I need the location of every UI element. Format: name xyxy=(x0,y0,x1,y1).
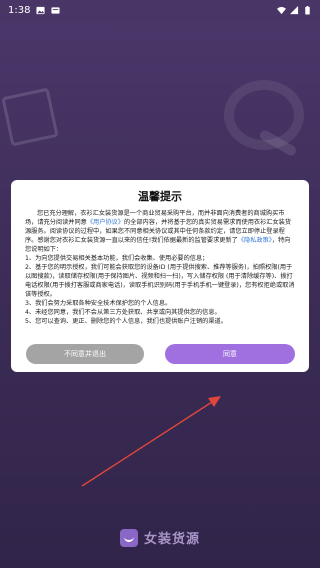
brand-footer: 女装货源 xyxy=(0,528,320,547)
status-right xyxy=(277,5,312,15)
list-item: 5、您可以查询、更正、删除您的个人信息，我们也提供账户注销的渠道。 xyxy=(25,318,227,325)
battery-icon xyxy=(303,5,312,15)
dialog-title: 温馨提示 xyxy=(138,190,182,203)
list-item: 2、基于您的明示授权，我们可能会获取您的设备ID (用于提供搜索、推荐等服务)，… xyxy=(25,264,295,298)
list-item: 4、未经您同意，我们不会从第三方处获取、共享或向其提供您的信息。 xyxy=(25,309,221,316)
user-agreement-link[interactable]: 《用户协议》 xyxy=(87,219,124,226)
status-left: 1:38 xyxy=(8,4,61,16)
wifi-icon xyxy=(277,6,286,15)
list-item: 3、我们会努力采取各种安全技术保护您的个人信息。 xyxy=(25,300,172,307)
gallery-icon xyxy=(36,6,46,15)
signal-icon xyxy=(290,5,299,15)
status-bar: 1:38 xyxy=(0,0,320,20)
list-item: 1、为向您提供交易相关基本功能，我们会收集、使用必要的信息； xyxy=(25,255,209,262)
card-icon xyxy=(51,6,61,15)
clock: 1:38 xyxy=(8,4,31,16)
agree-button[interactable]: 同意 xyxy=(164,344,295,364)
brand-name: 女装货源 xyxy=(143,532,200,547)
dialog-body: 您已充分理解，衣衫汇女装货源是一个商业贸易采购平台，而并非面向消费者的商城购买市… xyxy=(25,209,295,341)
dialog-button-row: 不同意并退出 同意 xyxy=(25,344,295,364)
privacy-policy-link[interactable]: 《隐私政策》 xyxy=(238,237,272,244)
decline-exit-button[interactable]: 不同意并退出 xyxy=(26,344,144,364)
app-logo-icon xyxy=(119,528,138,547)
dialog-intro: 您已充分理解，衣衫汇女装货源是一个商业贸易采购平台，而并非面向消费者的商城购买市… xyxy=(25,209,295,254)
privacy-dialog: 温馨提示 您已充分理解，衣衫汇女装货源是一个商业贸易采购平台，而并非面向消费者的… xyxy=(11,180,309,372)
decorative-shape xyxy=(1,87,59,147)
